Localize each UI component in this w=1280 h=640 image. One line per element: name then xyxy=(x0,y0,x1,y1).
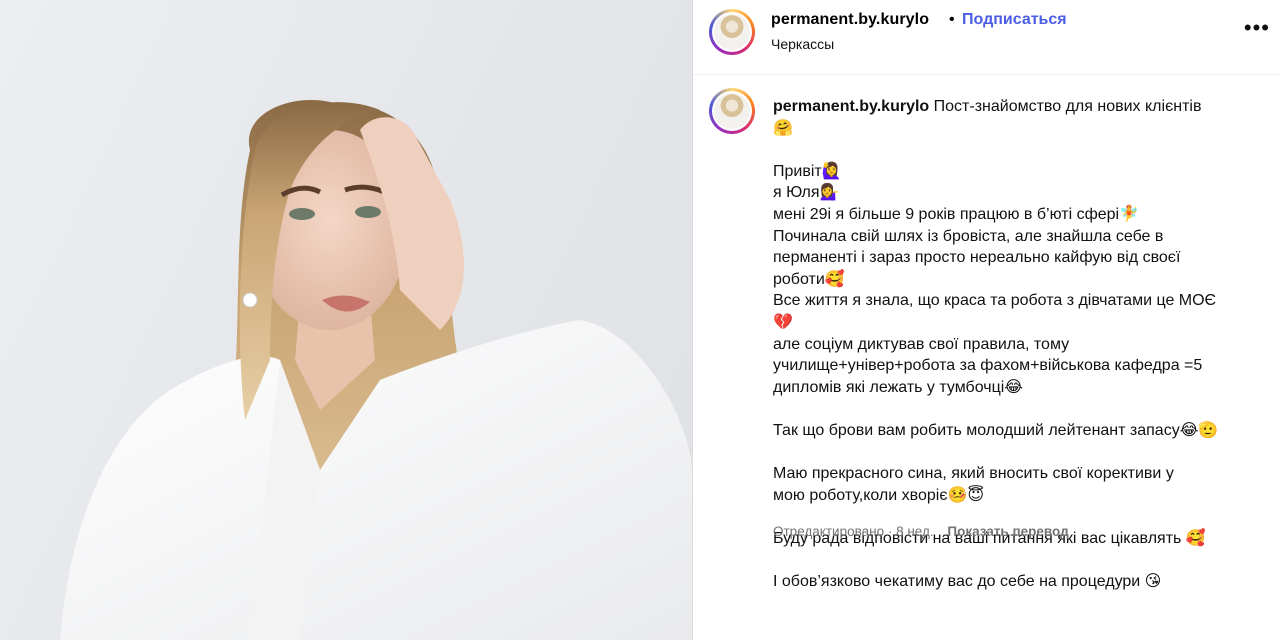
edited-timestamp: Отредактировано · 8 нед. xyxy=(773,524,934,539)
author-avatar[interactable] xyxy=(709,9,755,55)
caption-line: 💔 xyxy=(773,313,793,331)
caption-line: Так що брови вам робить молодший лейтена… xyxy=(773,421,1219,439)
post-view: permanent.by.kurylo • Подписаться Черкас… xyxy=(0,0,1280,640)
follow-button[interactable]: Подписаться xyxy=(962,11,1067,29)
caption-line: 🤗 xyxy=(773,119,793,137)
caption-line: І обов’язково чекатиму вас до себе на пр… xyxy=(773,573,1162,591)
caption-username[interactable]: permanent.by.kurylo xyxy=(773,98,929,115)
caption-line: Починала свій шлях із бровіста, але знай… xyxy=(773,227,1164,245)
caption-line: перманенті і зараз просто нереально кайф… xyxy=(773,249,1181,267)
post-meta: Отредактировано · 8 нед. Показать перево… xyxy=(773,524,1069,539)
translate-button[interactable]: Показать перевод xyxy=(947,524,1068,539)
caption-line xyxy=(773,549,1263,571)
portrait-illustration xyxy=(60,100,692,640)
more-options-icon[interactable]: ••• xyxy=(1244,17,1270,39)
caption-line: Все життя я знала, що краса та робота з … xyxy=(773,292,1217,310)
caption-line: я Юля💁‍♀️ xyxy=(773,184,840,202)
caption-line: але соціум диктував свої правила, тому xyxy=(773,335,1070,353)
caption-line xyxy=(773,442,1263,464)
caption-line: дипломів які лежать у тумбочці😂 xyxy=(773,378,1023,396)
caption-line-0: permanent.by.kurylo Пост-знайомство для … xyxy=(773,98,1202,115)
caption-line: мою роботу,коли хворіє🤒😇 xyxy=(773,486,985,504)
separator-dot: • xyxy=(949,11,955,28)
caption-line: Привіт🙋‍♀️ xyxy=(773,162,842,180)
caption-line: мені 29і я більше 9 років працюю в б’юті… xyxy=(773,205,1139,223)
location-link[interactable]: Черкассы xyxy=(771,36,834,52)
caption-line: Маю прекрасного сина, який вносить свої … xyxy=(773,465,1174,483)
author-username[interactable]: permanent.by.kurylo xyxy=(771,11,929,29)
caption-line: училище+універ+робота за фахом+військова… xyxy=(773,357,1203,375)
caption-avatar[interactable] xyxy=(709,88,755,134)
caption-line: роботи🥰 xyxy=(773,270,845,288)
post-photo[interactable] xyxy=(0,0,692,640)
post-header: permanent.by.kurylo • Подписаться Черкас… xyxy=(693,0,1280,75)
caption-line xyxy=(773,398,1263,420)
post-sidebar: permanent.by.kurylo • Подписаться Черкас… xyxy=(692,0,1280,640)
caption-line xyxy=(773,139,1263,161)
caption-text: permanent.by.kurylo Пост-знайомство для … xyxy=(773,96,1263,593)
